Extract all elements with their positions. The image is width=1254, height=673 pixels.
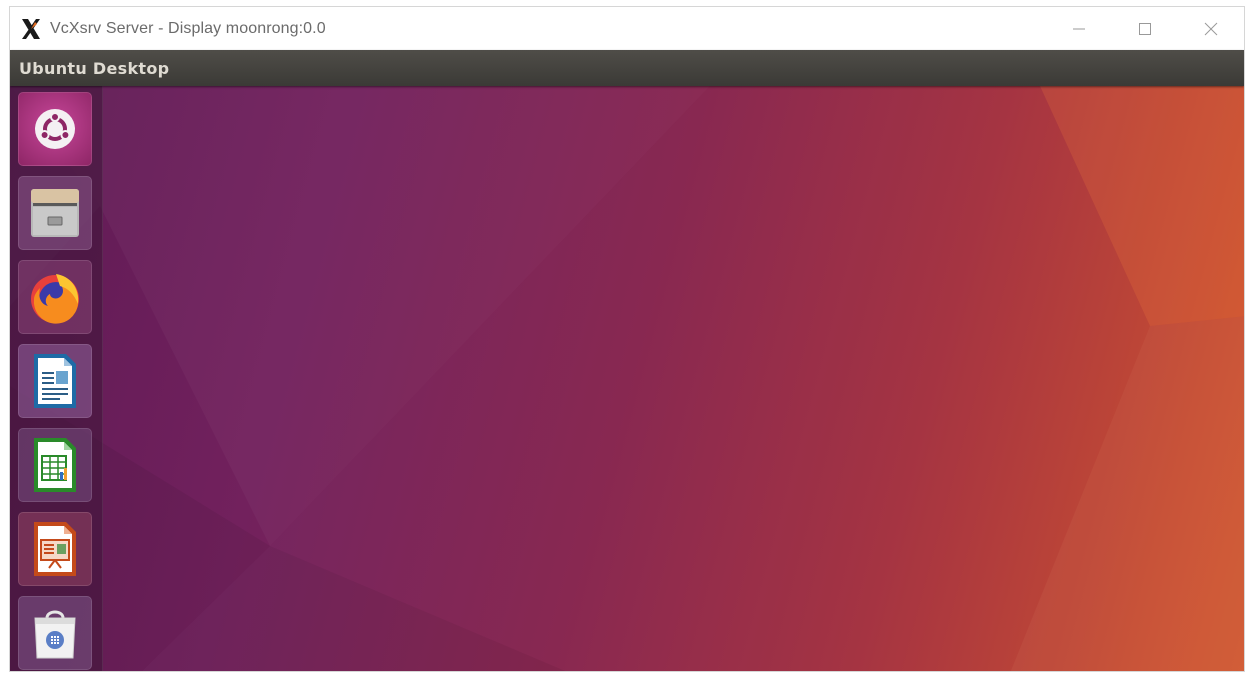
close-icon — [1204, 22, 1218, 35]
libreoffice-impress-icon — [34, 522, 76, 576]
software-center-icon — [34, 610, 76, 659]
launcher-item-files[interactable] — [18, 176, 92, 250]
minimize-icon — [1073, 28, 1085, 29]
launcher-item-firefox[interactable] — [18, 260, 92, 334]
wallpaper-shapes — [10, 86, 1244, 671]
launcher-item-impress[interactable] — [18, 512, 92, 586]
ubuntu-top-panel: Ubuntu Desktop — [10, 50, 1244, 86]
vcxsrv-x-logo-icon — [18, 16, 44, 42]
files-icon — [31, 189, 79, 237]
minimize-button[interactable] — [1046, 7, 1112, 50]
window-title: VcXsrv Server - Display moonrong:0.0 — [50, 19, 326, 37]
window-titlebar[interactable]: VcXsrv Server - Display moonrong:0.0 — [10, 7, 1244, 50]
launcher-item-software[interactable] — [18, 596, 92, 670]
launcher-item-dash[interactable] — [18, 92, 92, 166]
window-controls — [1046, 7, 1244, 50]
libreoffice-writer-icon — [34, 354, 76, 408]
maximize-button[interactable] — [1112, 7, 1178, 50]
launcher-item-calc[interactable] — [18, 428, 92, 502]
maximize-icon — [1139, 22, 1151, 35]
ubuntu-dash-icon — [35, 109, 75, 149]
launcher-item-writer[interactable] — [18, 344, 92, 418]
desktop-wallpaper[interactable] — [10, 86, 1244, 671]
vcxsrv-window: VcXsrv Server - Display moonrong:0.0 Ubu… — [9, 6, 1245, 672]
close-button[interactable] — [1178, 7, 1244, 50]
libreoffice-calc-icon — [34, 438, 76, 492]
unity-launcher — [10, 86, 103, 671]
desktop-title: Ubuntu Desktop — [19, 58, 170, 78]
firefox-icon — [31, 274, 79, 324]
